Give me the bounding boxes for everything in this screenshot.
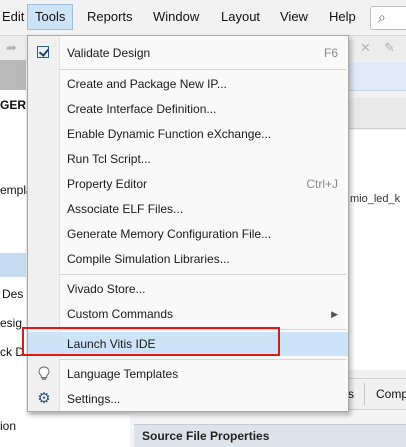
source-file-properties-header: Source File Properties [134,424,406,447]
menu-item-compile-sim-libraries[interactable]: Compile Simulation Libraries... [28,247,348,271]
middle-pane [26,415,130,447]
menu-item-validate-design[interactable]: Validate Design F6 [28,41,348,65]
flow-item-simulation[interactable]: ion [0,419,16,433]
tab-separator [364,383,365,405]
sources-toolbar [348,98,406,129]
menu-separator [60,329,346,330]
flow-navigator-header [0,60,26,90]
menu-separator [60,359,346,360]
menu-separator [60,274,346,275]
menu-item-property-editor[interactable]: Property Editor Ctrl+J [28,172,348,196]
source-file-name[interactable]: mio_led_k [350,193,400,205]
menu-reports[interactable]: Reports [80,4,140,30]
search-icon: ⌕ [378,9,386,25]
menu-window[interactable]: Window [146,4,206,30]
pin-icon[interactable]: ✕ [360,40,371,56]
menu-item-enable-dfx[interactable]: Enable Dynamic Function eXchange... [28,122,348,146]
project-manager-title-bar [348,62,406,91]
menu-item-generate-memory-config[interactable]: Generate Memory Configuration File... [28,222,348,246]
menu-separator [60,69,346,70]
submenu-arrow-icon: ▶ [331,309,338,319]
flow-navigator-selected-row[interactable] [0,253,26,277]
menu-item-create-interface-definition[interactable]: Create Interface Definition... [28,97,348,121]
menu-item-settings[interactable]: ⚙ Settings... [28,387,348,411]
menu-item-vivado-store[interactable]: Vivado Store... [28,277,348,301]
flow-navigator-label: GER [0,98,27,112]
menu-view[interactable]: View [273,4,315,30]
edit-icon[interactable]: ✎ [384,40,395,56]
menu-tools[interactable]: Tools [27,4,74,30]
tab-compile-order[interactable]: Comp [376,387,406,401]
redo-icon[interactable]: ➦ [6,40,17,56]
gear-icon: ⚙ [37,390,51,407]
search-input[interactable]: ⌕ [370,6,406,30]
lightbulb-icon [36,362,52,390]
validate-check-icon [37,46,49,58]
flow-item-design-2[interactable]: esig [0,316,22,330]
tools-dropdown-menu: Validate Design F6 Create and Package Ne… [27,35,349,412]
menu-item-create-package-ip[interactable]: Create and Package New IP... [28,72,348,96]
menu-layout[interactable]: Layout [214,4,267,30]
menu-item-run-tcl-script[interactable]: Run Tcl Script... [28,147,348,171]
flow-item-design[interactable]: Des [2,287,23,301]
menu-help[interactable]: Help [322,4,363,30]
menu-item-language-templates[interactable]: Language Templates [28,362,348,386]
menu-item-custom-commands[interactable]: Custom Commands ▶ [28,302,348,326]
menu-bar: Edit Tools Reports Window Layout View He… [0,0,406,36]
menu-item-launch-vitis-ide[interactable]: Launch Vitis IDE [28,332,348,356]
flow-item-block-design[interactable]: ck D [0,345,24,359]
menu-item-associate-elf-files[interactable]: Associate ELF Files... [28,197,348,221]
source-file-properties-title: Source File Properties [142,429,270,443]
sources-pane [348,130,406,370]
